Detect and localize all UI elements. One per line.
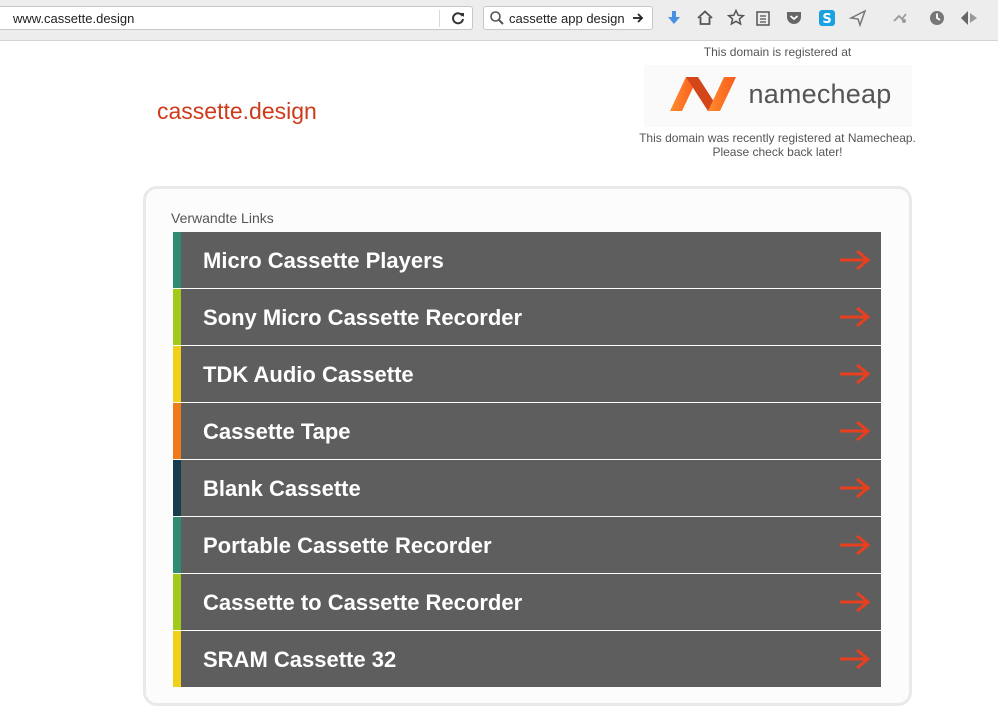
arrow-right-icon[interactable] xyxy=(839,306,871,328)
reading-list-icon[interactable] xyxy=(753,8,773,28)
related-link-label[interactable]: Blank Cassette xyxy=(203,476,361,502)
history-icon[interactable] xyxy=(927,8,947,28)
skype-icon[interactable]: S xyxy=(817,8,837,28)
site-title: cassette.design xyxy=(157,98,317,124)
send-icon[interactable] xyxy=(848,8,868,28)
search-go-arrow-icon[interactable] xyxy=(630,10,646,26)
extension-icon[interactable] xyxy=(890,8,910,28)
related-link-item[interactable]: TDK Audio Cassette xyxy=(173,346,881,402)
arrow-right-icon[interactable] xyxy=(839,648,871,670)
related-link-label[interactable]: Portable Cassette Recorder xyxy=(203,533,492,559)
related-links-panel: Verwandte Links Micro Cassette Players S… xyxy=(143,186,912,706)
related-link-item[interactable]: Cassette Tape xyxy=(173,403,881,459)
related-link-item[interactable]: Portable Cassette Recorder xyxy=(173,517,881,573)
search-icon xyxy=(489,10,505,26)
address-bar-url[interactable]: www.cassette.design xyxy=(13,11,134,26)
related-links-heading: Verwandte Links xyxy=(171,210,274,226)
namecheap-logo-icon xyxy=(669,77,736,111)
arrow-right-icon[interactable] xyxy=(839,249,871,271)
related-link-item[interactable]: Cassette to Cassette Recorder xyxy=(173,574,881,630)
browser-toolbar: www.cassette.design cassette app design xyxy=(0,0,998,41)
arrow-right-icon[interactable] xyxy=(839,534,871,556)
related-link-label[interactable]: SRAM Cassette 32 xyxy=(203,647,396,673)
related-link-label[interactable]: Sony Micro Cassette Recorder xyxy=(203,305,522,331)
arrow-right-icon[interactable] xyxy=(839,363,871,385)
related-link-item[interactable]: Sony Micro Cassette Recorder xyxy=(173,289,881,345)
pocket-icon[interactable] xyxy=(784,8,804,28)
related-link-item[interactable]: Micro Cassette Players xyxy=(173,232,881,288)
svg-text:S: S xyxy=(822,12,831,27)
search-input[interactable]: cassette app design xyxy=(509,11,625,26)
reload-icon[interactable] xyxy=(448,8,468,28)
related-link-label[interactable]: Cassette to Cassette Recorder xyxy=(203,590,522,616)
home-icon[interactable] xyxy=(695,8,715,28)
related-link-label[interactable]: Micro Cassette Players xyxy=(203,248,444,274)
menu-icon[interactable] xyxy=(959,8,979,28)
namecheap-logo[interactable]: namecheap xyxy=(643,65,912,127)
registrar-intro: This domain is registered at xyxy=(703,45,852,59)
related-link-item[interactable]: Blank Cassette xyxy=(173,460,881,516)
registrar-message-line1: This domain was recently registered at N… xyxy=(639,131,916,145)
address-bar[interactable]: www.cassette.design xyxy=(0,6,473,30)
related-link-label[interactable]: TDK Audio Cassette xyxy=(203,362,414,388)
related-link-label[interactable]: Cassette Tape xyxy=(203,419,351,445)
arrow-right-icon[interactable] xyxy=(839,420,871,442)
address-bar-divider xyxy=(439,10,440,27)
registrar-message: This domain was recently registered at N… xyxy=(630,131,925,159)
related-links-list: Micro Cassette Players Sony Micro Casset… xyxy=(173,232,881,688)
arrow-right-icon[interactable] xyxy=(839,591,871,613)
related-link-item[interactable]: SRAM Cassette 32 xyxy=(173,631,881,687)
namecheap-logo-text: namecheap xyxy=(748,79,892,109)
download-icon[interactable] xyxy=(664,8,684,28)
registrar-notice: This domain is registered at namecheap T… xyxy=(630,44,925,159)
registrar-message-line2: Please check back later! xyxy=(712,145,843,159)
search-bar[interactable]: cassette app design xyxy=(483,6,653,30)
bookmark-star-icon[interactable] xyxy=(726,8,746,28)
arrow-right-icon[interactable] xyxy=(839,477,871,499)
